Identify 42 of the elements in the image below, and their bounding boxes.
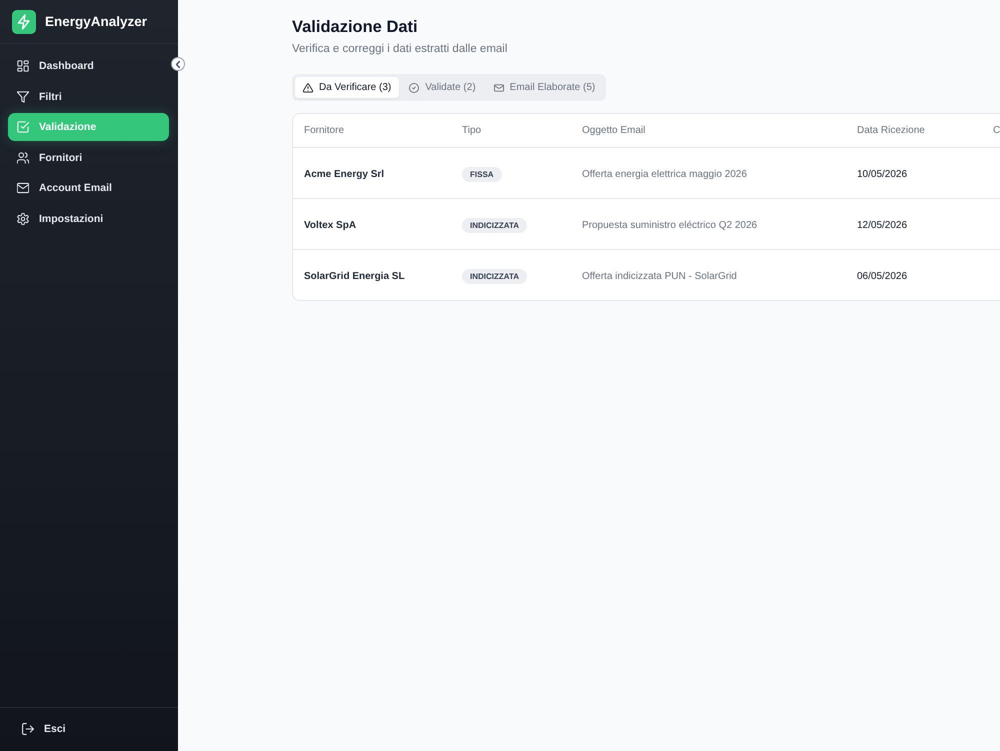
nav-item[interactable]: Fornitori <box>8 144 169 172</box>
supplier-name: Voltex SpA <box>304 220 356 231</box>
received-date: 12/05/2026 <box>857 220 908 231</box>
type-badge: FISSA <box>462 167 502 182</box>
column-header: Fornitore <box>303 125 344 136</box>
page-title: Validazione Dati <box>292 17 419 37</box>
column-header: C <box>992 125 1000 136</box>
page-subtitle: Verifica e correggi i dati estratti dalle email <box>292 42 508 57</box>
email-subject: Propuesta suministro eléctrico Q2 2026 <box>582 220 758 231</box>
received-date: 10/05/2026 <box>857 169 908 180</box>
nav-item[interactable]: Filtri <box>8 82 169 111</box>
type-badge: INDICIZZATA <box>462 269 528 284</box>
column-header: Data Ricezione <box>856 125 925 136</box>
supplier-name: SolarGrid Energia SL <box>304 271 405 282</box>
collapse-button[interactable] <box>171 57 185 71</box>
column-header: Oggetto Email <box>581 125 646 136</box>
logout-icon <box>22 723 34 735</box>
tab[interactable]: Validate (2) <box>401 77 484 98</box>
warning-icon <box>303 82 313 92</box>
check-circle-icon <box>409 82 420 92</box>
funnel-icon <box>17 90 29 103</box>
nav-item[interactable]: Dashboard <box>8 52 169 80</box>
nav-item[interactable]: Account Email <box>8 174 169 202</box>
chevron-left-icon <box>176 60 180 68</box>
app-name: EnergyAnalyzer <box>45 14 148 29</box>
nav-item[interactable]: Impostazioni <box>8 204 169 233</box>
supplier-name: Acme Energy Srl <box>304 169 384 180</box>
tab[interactable]: Email Elaborate (5) <box>486 77 604 98</box>
gear-icon <box>17 212 29 225</box>
checkbox-icon <box>17 121 29 134</box>
dashboard-grid-icon <box>17 60 29 72</box>
mail-icon <box>17 182 29 194</box>
tab[interactable]: Da Verificare (3) <box>295 77 400 98</box>
users-icon <box>17 152 29 164</box>
mail-icon <box>494 82 504 92</box>
type-badge: INDICIZZATA <box>462 218 528 233</box>
received-date: 06/05/2026 <box>857 271 908 282</box>
logout-link[interactable]: Esci <box>8 715 169 743</box>
column-header: Tipo <box>461 125 482 136</box>
email-subject: Offerta energia elettrica maggio 2026 <box>582 169 747 180</box>
lightning-logo-icon <box>12 10 36 34</box>
email-subject: Offerta indicizzata PUN - SolarGrid <box>582 271 737 282</box>
